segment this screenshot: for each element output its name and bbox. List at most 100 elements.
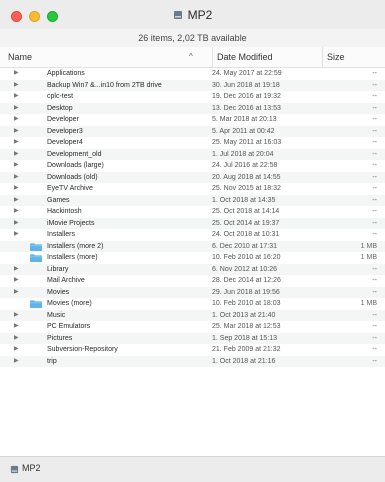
file-name: Installers <box>47 231 76 238</box>
file-row[interactable]: ▶ Downloads (large) 24. Jul 2016 at 22:58 -… <box>0 160 385 172</box>
file-row[interactable]: ▶ trip 1. Oct 2018 at 21:16 -- <box>0 355 385 368</box>
file-size: -- <box>372 104 377 112</box>
file-date-modified: 1. Oct 2018 at 14:35 <box>212 196 276 204</box>
disclosure-triangle-icon[interactable]: ▶ <box>14 333 19 345</box>
file-name: Mail Archive <box>47 277 85 284</box>
column-size[interactable]: Size <box>322 47 385 67</box>
file-row[interactable]: ▶ Subversion-Repository 21. Feb 2009 at 21… <box>0 344 385 356</box>
disclosure-triangle-icon[interactable]: ▶ <box>14 126 19 138</box>
disclosure-triangle-icon[interactable]: ▶ <box>14 80 19 92</box>
file-date-modified: 10. Feb 2010 at 18:03 <box>212 300 281 307</box>
disclosure-triangle-icon[interactable]: ▶ <box>14 218 19 230</box>
folder-alias-icon <box>30 254 42 262</box>
file-row[interactable]: ▶ PC Emulators 25. Mar 2018 at 12:53 -- <box>0 321 385 333</box>
file-date-modified: 24. May 2017 at 22:59 <box>212 70 282 77</box>
file-size: -- <box>372 173 377 181</box>
file-date-modified: 1. Jul 2018 at 20:04 <box>212 150 274 158</box>
file-name: Developer4 <box>47 139 83 146</box>
disclosure-triangle-icon[interactable]: ▶ <box>14 264 19 276</box>
file-row[interactable]: ▶ cplc-test 19. Dec 2016 at 19:32 -- <box>0 91 385 103</box>
file-row[interactable]: ▶ Development_old 1. Jul 2018 at 20:04 -- <box>0 148 385 161</box>
disclosure-triangle-icon[interactable]: ▶ <box>14 137 19 149</box>
file-name: Downloads (old) <box>47 173 98 181</box>
file-date-modified: 20. Aug 2018 at 14:55 <box>212 173 281 181</box>
file-row[interactable]: ▶ Hackintosh 25. Oct 2018 at 14:14 -- <box>0 206 385 218</box>
disclosure-triangle-icon[interactable]: ▶ <box>14 310 19 322</box>
file-row[interactable]: ▶ EyeTV Archive 25. Nov 2015 at 18:32 -- <box>0 183 385 195</box>
file-row[interactable]: Movies (more) 10. Feb 2010 at 18:03 1 MB <box>0 298 385 310</box>
file-date-modified: 6. Dec 2010 at 17:31 <box>212 242 277 250</box>
sort-ascending-icon: ^ <box>189 52 193 61</box>
file-row[interactable]: ▶ Movies 29. Jun 2018 at 19:56 -- <box>0 286 385 299</box>
file-row[interactable]: Installers (more 2) 6. Dec 2010 at 17:31 1… <box>0 240 385 252</box>
file-row[interactable]: ▶ Library 6. Nov 2012 at 10:26 -- <box>0 263 385 276</box>
file-size: 1 MB <box>360 300 377 307</box>
file-row[interactable]: ▶ iMovie Projects 25. Oct 2014 at 19:37 -- <box>0 217 385 230</box>
path-bar-label[interactable]: MP2 <box>22 463 41 473</box>
file-name: Backup Win7 &...in10 from 2TB drive <box>47 81 162 89</box>
file-name: Library <box>47 265 69 273</box>
file-row[interactable]: ▶ Mail Archive 28. Dec 2014 at 12:26 -- <box>0 275 385 287</box>
file-date-modified: 6. Nov 2012 at 10:26 <box>212 265 277 273</box>
disclosure-triangle-icon[interactable]: ▶ <box>14 229 19 241</box>
file-size: -- <box>372 81 377 89</box>
column-date-modified[interactable]: Date Modified <box>212 47 322 67</box>
file-date-modified: 25. Oct 2018 at 14:14 <box>212 208 280 215</box>
file-size: -- <box>372 231 377 238</box>
disclosure-triangle-icon[interactable]: ▶ <box>14 195 19 207</box>
file-date-modified: 5. Mar 2018 at 20:13 <box>212 116 277 123</box>
disclosure-triangle-icon[interactable]: ▶ <box>14 68 19 80</box>
file-size: -- <box>372 219 377 227</box>
file-size: -- <box>372 265 377 273</box>
file-name: EyeTV Archive <box>47 185 93 192</box>
disclosure-triangle-icon[interactable]: ▶ <box>14 103 19 115</box>
file-row[interactable]: ▶ Applications 24. May 2017 at 22:59 -- <box>0 68 385 80</box>
disclosure-triangle-icon[interactable]: ▶ <box>14 149 19 161</box>
file-size: 1 MB <box>360 254 377 261</box>
window-title-wrap: MP2 <box>0 8 385 22</box>
file-row[interactable]: ▶ Music 1. Oct 2013 at 21:40 -- <box>0 309 385 322</box>
column-size-label: Size <box>327 52 345 62</box>
window-title: MP2 <box>187 8 213 22</box>
file-row[interactable]: Installers (more) 10. Feb 2010 at 16:20 1 … <box>0 252 385 264</box>
disclosure-triangle-icon[interactable]: ▶ <box>14 160 19 172</box>
file-row[interactable]: ▶ Games 1. Oct 2018 at 14:35 -- <box>0 194 385 207</box>
file-size: -- <box>372 357 377 365</box>
file-row[interactable]: ▶ Installers 24. Oct 2018 at 10:31 -- <box>0 229 385 241</box>
file-name: Games <box>47 196 70 204</box>
file-name: PC Emulators <box>47 323 91 330</box>
column-name-label: Name <box>8 52 33 62</box>
file-row[interactable]: ▶ Pictures 1. Sep 2018 at 15:13 -- <box>0 332 385 345</box>
file-name: Hackintosh <box>47 208 82 215</box>
file-name: Developer3 <box>47 127 83 135</box>
file-name: Applications <box>47 70 85 77</box>
file-row[interactable]: ▶ Desktop 13. Dec 2016 at 13:53 -- <box>0 102 385 115</box>
file-date-modified: 25. Nov 2015 at 18:32 <box>212 185 281 192</box>
disclosure-triangle-icon[interactable]: ▶ <box>14 206 19 218</box>
disclosure-triangle-icon[interactable]: ▶ <box>14 172 19 184</box>
disclosure-triangle-icon[interactable]: ▶ <box>14 183 19 195</box>
file-row[interactable]: ▶ Developer3 5. Apr 2011 at 00:42 -- <box>0 125 385 138</box>
file-list: ▶ Applications 24. May 2017 at 22:59 -- ▶ Bac… <box>0 68 385 367</box>
disclosure-triangle-icon[interactable]: ▶ <box>14 344 19 356</box>
file-date-modified: 25. May 2011 at 16:03 <box>212 139 282 146</box>
file-size: -- <box>372 323 377 330</box>
status-bar: 26 items, 2,02 TB available <box>0 29 385 48</box>
disclosure-triangle-icon[interactable]: ▶ <box>14 275 19 287</box>
file-date-modified: 1. Oct 2013 at 21:40 <box>212 311 276 319</box>
disclosure-triangle-icon[interactable]: ▶ <box>14 91 19 103</box>
file-row[interactable]: ▶ Developer 5. Mar 2018 at 20:13 -- <box>0 114 385 126</box>
disclosure-triangle-icon[interactable]: ▶ <box>14 356 19 368</box>
disclosure-triangle-icon[interactable]: ▶ <box>14 287 19 299</box>
drive-icon <box>10 465 19 474</box>
disclosure-triangle-icon[interactable]: ▶ <box>14 321 19 333</box>
file-row[interactable]: ▶ Backup Win7 &...in10 from 2TB drive 30. … <box>0 79 385 92</box>
disclosure-triangle-icon[interactable]: ▶ <box>14 114 19 126</box>
column-name[interactable]: Name <box>8 47 198 67</box>
file-date-modified: 24. Oct 2018 at 10:31 <box>212 231 280 238</box>
file-size: -- <box>372 277 377 284</box>
file-size: -- <box>372 346 377 353</box>
file-row[interactable]: ▶ Downloads (old) 20. Aug 2018 at 14:55 -- <box>0 171 385 184</box>
file-size: -- <box>372 185 377 192</box>
file-row[interactable]: ▶ Developer4 25. May 2011 at 16:03 -- <box>0 137 385 149</box>
